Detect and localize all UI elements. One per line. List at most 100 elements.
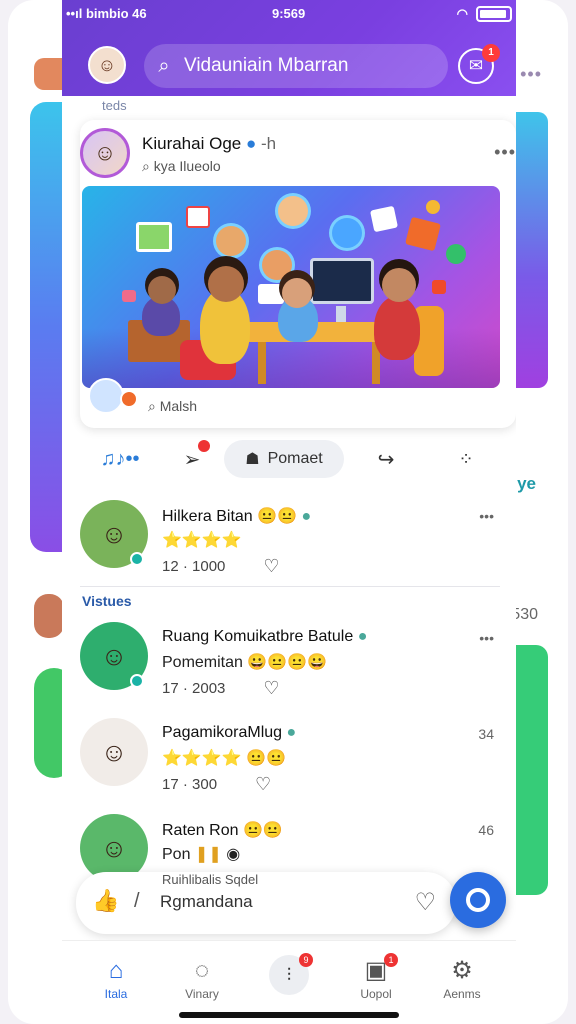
nav-media-label: Uopol: [360, 987, 392, 1001]
post-action-row: ♫♪•• ➢ ☗ Pomaet ↪ ⁘: [62, 436, 516, 482]
comment-more-icon[interactable]: •••: [479, 508, 494, 524]
comment-avatar[interactable]: ☺: [80, 718, 148, 786]
list-item[interactable]: ☺ Hilkera Bitan 😐😐 ● ⭐⭐⭐⭐ 12 · 1000 ♡ ••…: [62, 500, 516, 596]
post-author-name[interactable]: Kiurahai Oge ● -h: [142, 134, 276, 154]
music-icon[interactable]: ♫♪••: [90, 440, 150, 478]
kid-head-illustration: [382, 268, 416, 302]
nav-home[interactable]: ⌂ Itala: [76, 955, 156, 1001]
comment-text: Pon ❚❚ ◉: [162, 844, 240, 864]
caption-avatar[interactable]: [88, 378, 124, 414]
post-author-avatar[interactable]: ☺: [80, 128, 130, 178]
verified-icon: ●: [286, 724, 297, 741]
comment-meta: 17 · 300 ♡: [162, 774, 271, 795]
send-badge: [198, 440, 210, 452]
bars-icon: ❚❚: [194, 846, 222, 863]
comment-name: Ruang Komuikatbre Batule ●: [162, 628, 367, 646]
comment-more-icon[interactable]: •••: [479, 630, 494, 646]
verified-icon: ●: [357, 628, 368, 645]
search-small-icon: ⌕: [148, 398, 156, 414]
phone-screen: ••ıl bimbio 46 9:569 ◠ ☺ ⌕ Vidauniain Mb…: [62, 0, 516, 1024]
post-more-icon[interactable]: •••: [494, 142, 516, 163]
circle-icon: ◉: [226, 846, 241, 863]
heart-icon[interactable]: ♡: [414, 888, 436, 917]
comment-text: Pomemitan 😀😐😐😀: [162, 654, 328, 671]
floating-avatar-icon: [278, 196, 308, 226]
nav-media-badge: 1: [384, 953, 398, 967]
floating-card-icon: [369, 205, 399, 233]
share-icon[interactable]: ↪: [366, 440, 406, 478]
table-illustration: [242, 322, 394, 342]
search-small-icon: ⌕: [142, 158, 150, 174]
group-icon: ☗: [245, 451, 260, 468]
camera-fab-button[interactable]: [450, 872, 506, 928]
post-image[interactable]: [82, 186, 500, 388]
background-avatar: [34, 594, 64, 638]
post-author-suffix: -h: [260, 134, 277, 153]
comment-text-value: Pon: [162, 846, 191, 863]
emoji-icon: 😐😐: [257, 508, 297, 525]
photo-frame-icon: [136, 222, 172, 252]
status-icons: ◠: [457, 6, 512, 22]
photo-card-icon: [186, 206, 210, 228]
list-item[interactable]: ☺ Ruang Komuikatbre Batule ● Pomemitan 😀…: [62, 622, 516, 718]
comment-meta-text: 12 · 1000: [162, 558, 226, 575]
wifi-icon: ◠: [456, 6, 468, 21]
profile-avatar[interactable]: ☺: [88, 46, 126, 84]
comment-name-text: Hilkera Bitan: [162, 508, 253, 525]
grid-more-icon[interactable]: ⁘: [446, 440, 486, 478]
list-item[interactable]: ☺ PagamikoraMlug ● ⭐⭐⭐⭐ 😐😐 17 · 300 ♡ 34: [62, 718, 516, 814]
nav-settings[interactable]: ⚙ Aenms: [422, 955, 502, 1001]
battery-icon: [476, 6, 512, 22]
comment-count: 46: [478, 822, 494, 838]
heart-icon[interactable]: ♡: [255, 774, 271, 795]
background-more-icon: •••: [520, 64, 542, 84]
floating-tile-icon: [122, 290, 136, 302]
table-leg: [258, 342, 266, 384]
nav-center[interactable]: ⫶ 9: [249, 953, 329, 995]
composer-placeholder[interactable]: Rgmandana: [160, 892, 253, 912]
comment-name-text: PagamikoraMlug: [162, 724, 283, 741]
comment-rating: ⭐⭐⭐⭐ 😐😐: [162, 750, 286, 767]
post-card[interactable]: ☺ Kiurahai Oge ● -h ⌕ kya Ilueolo ••• ⌕ …: [80, 120, 516, 428]
image-caption: ⌕ Malsh: [148, 398, 197, 415]
comment-name: Hilkera Bitan 😐😐 ●: [162, 506, 311, 526]
comment-composer[interactable]: 👍 / Rgmandana ♡: [76, 872, 456, 934]
search-bar[interactable]: ⌕ Vidauniain Mbarran: [144, 44, 448, 88]
heart-icon[interactable]: ♡: [263, 556, 279, 577]
search-icon: ⌕: [158, 54, 170, 77]
nav-home-label: Itala: [104, 987, 128, 1001]
nav-chat-label: Vinary: [185, 987, 219, 1001]
floating-tile-icon: [432, 280, 446, 294]
thumbs-up-icon[interactable]: 👍: [92, 888, 119, 914]
camera-icon: [466, 888, 490, 912]
notifications-badge: 1: [482, 44, 500, 62]
comment-rating: ⭐⭐⭐⭐: [162, 532, 242, 549]
chat-icon: ◌: [194, 957, 210, 984]
composer-divider: /: [134, 890, 140, 912]
status-signal: ••ıl bimbio 46: [66, 6, 147, 21]
kid-head-illustration: [148, 276, 176, 304]
verified-icon: ●: [301, 508, 312, 525]
divider: [80, 586, 500, 587]
background-text: ye: [517, 474, 536, 493]
comment-meta-text: 17 · 2003: [162, 680, 226, 697]
comment-name: Raten Ron 😐😐: [162, 820, 283, 840]
home-icon: ⌂: [108, 957, 124, 984]
nav-media[interactable]: ▣ 1 Uopol: [336, 953, 416, 1001]
status-time: 9:569: [272, 6, 306, 21]
verified-icon: ●: [245, 134, 257, 153]
comment-meta: 12 · 1000 ♡: [162, 556, 280, 577]
emoji-icon: 😐😐: [242, 822, 283, 839]
laptop-illustration: [258, 284, 284, 304]
floating-avatar-icon: [216, 226, 246, 256]
floating-avatar-icon: [332, 218, 362, 248]
nav-settings-label: Aenms: [443, 987, 481, 1001]
online-status-icon: [130, 552, 144, 566]
monitor-stand-illustration: [336, 306, 346, 322]
app-header: ••ıl bimbio 46 9:569 ◠ ☺ ⌕ Vidauniain Mb…: [62, 0, 516, 96]
nav-chat[interactable]: ◌ Vinary: [162, 955, 242, 1001]
post-author-name-text: Kiurahai Oge: [142, 134, 242, 153]
action-pill-button[interactable]: ☗ Pomaet: [224, 440, 344, 478]
floating-gem-icon: [405, 216, 441, 252]
heart-icon[interactable]: ♡: [263, 678, 279, 699]
